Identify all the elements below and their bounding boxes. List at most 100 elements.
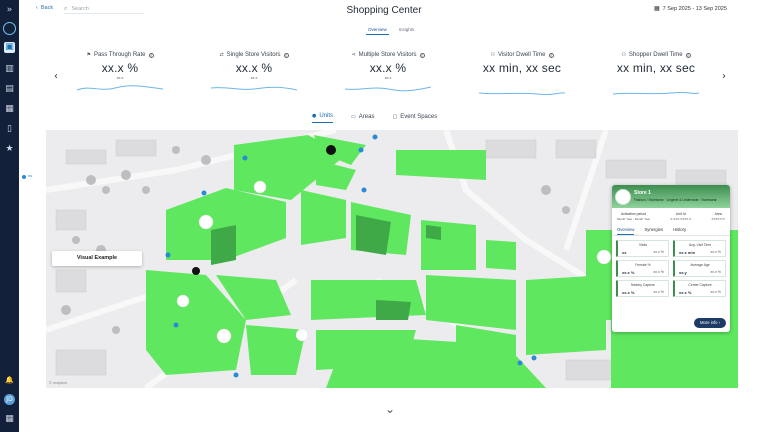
store-unit[interactable] — [486, 240, 516, 270]
side-indicator-dot[interactable] — [22, 175, 26, 179]
metric-change: xx.x % — [710, 270, 721, 274]
kpi-value: xx.x % — [235, 61, 273, 75]
walk-icon: ⚑ — [86, 52, 91, 58]
kpi-sparkline — [76, 85, 164, 91]
info-icon[interactable]: i — [419, 52, 425, 58]
calendar-icon: ▦ — [654, 5, 660, 12]
kpi-title: Visitor Dwell Time — [497, 52, 546, 58]
kpi-pass-through-rate[interactable]: ⚑ Pass Through Rate i xx.x % xx.x — [70, 52, 170, 91]
store-logo[interactable] — [295, 328, 309, 342]
pin-icon[interactable] — [517, 360, 523, 366]
tab-overview[interactable]: Overview — [366, 26, 389, 35]
store-detail-card: Store 1 Fashion / Swimwear · Lingerie & … — [612, 185, 730, 332]
metric-value: xx.x min — [679, 250, 696, 255]
visitor-icon: ⚇ — [490, 52, 495, 58]
kpi-next-arrow-icon[interactable]: › — [722, 71, 726, 82]
kpi-visitor-dwell-time[interactable]: ⚇ Visitor Dwell Time i xx min, xx sec — [472, 52, 572, 96]
pin-icon[interactable] — [165, 252, 171, 258]
view-tabs: Overview Insights — [366, 26, 416, 35]
more-info-button[interactable]: More info › — [693, 318, 726, 328]
tab-units[interactable]: ● Units — [312, 113, 334, 123]
tab-store-history[interactable]: History — [673, 227, 686, 235]
store-card-header: Store 1 Fashion / Swimwear · Lingerie & … — [612, 185, 730, 208]
kpi-sparkline — [344, 86, 432, 92]
bell-icon[interactable]: 🔔 — [4, 375, 15, 386]
store-unit-selected[interactable] — [376, 300, 411, 320]
store-unit-selected[interactable] — [356, 215, 391, 255]
layout-icon[interactable]: ▦ — [4, 104, 15, 115]
date-range-picker[interactable]: ▦ 7 Sep 2025 - 13 Sep 2025 — [654, 5, 727, 12]
tab-areas[interactable]: ▭ Areas — [351, 113, 374, 123]
kpi-subvalue: xx.x — [116, 76, 124, 80]
tab-insights[interactable]: Insights — [397, 26, 417, 35]
store-logo-icon — [615, 189, 631, 205]
pin-icon[interactable] — [372, 134, 378, 140]
store-unit[interactable] — [586, 230, 611, 320]
store-icon[interactable]: ▤ — [4, 84, 15, 95]
store-logo[interactable] — [596, 249, 612, 265]
pin-icon[interactable] — [358, 147, 364, 153]
chevron-down-icon[interactable]: ⌄ — [385, 402, 395, 416]
metric-average-age: Average Age xx.y xx.x % — [673, 260, 726, 277]
mobile-icon[interactable]: ▯ — [4, 124, 15, 135]
store-unit-selected[interactable] — [211, 225, 236, 265]
store-logo[interactable] — [326, 145, 336, 155]
metric-female: Female % xx.x % xx.x % — [616, 260, 669, 277]
store-unit[interactable] — [301, 190, 346, 245]
tab-event-spaces[interactable]: ▢ Event Spaces — [392, 113, 437, 123]
pin-icon[interactable] — [361, 187, 367, 193]
info-icon[interactable]: i — [283, 52, 289, 58]
store-meta: Activation period Month Year - Month Year… — [612, 208, 730, 221]
kpi-subvalue: xx.x — [250, 76, 258, 80]
kpi-sparkline — [210, 86, 298, 91]
meta-label: Unit Id — [675, 212, 686, 216]
kpi-title: Shopper Dwell Time — [628, 52, 683, 58]
map-attribution[interactable]: © mapbox — [49, 380, 67, 385]
logo-icon[interactable] — [3, 22, 16, 35]
store-logo[interactable] — [216, 328, 232, 344]
date-range-label: 7 Sep 2025 - 13 Sep 2025 — [662, 5, 727, 12]
info-icon[interactable]: i — [148, 52, 154, 58]
kpi-single-store-visitors[interactable]: ⇄ Single Store Visitors i xx.x % xx.x — [204, 52, 304, 91]
meta-value: XXXX FT² — [711, 217, 725, 221]
pin-icon[interactable] — [173, 322, 179, 328]
avatar[interactable]: JD — [4, 394, 15, 405]
store-logo[interactable] — [176, 294, 190, 308]
pin-icon[interactable] — [242, 155, 248, 161]
store-unit[interactable] — [396, 150, 486, 180]
kpi-multiple-store-visitors[interactable]: ⋖ Multiple Store Visitors i xx.x % xx.x — [338, 52, 438, 92]
store-logo[interactable] — [253, 180, 267, 194]
meta-unit-id: Unit Id X-XXX-XXXX-X — [670, 212, 691, 221]
pin-icon[interactable] — [531, 355, 537, 361]
star-icon[interactable]: ★ — [4, 144, 15, 155]
tab-label: Areas — [358, 113, 375, 120]
store-unit[interactable] — [426, 275, 516, 330]
meta-area: Area XXXX FT² — [711, 212, 725, 221]
store-category: Fashion / Swimwear · Lingerie & Underwea… — [634, 198, 717, 202]
kpi-value: xx min, xx sec — [616, 61, 696, 75]
kpi-title: Multiple Store Visitors — [358, 52, 417, 58]
store-logo[interactable] — [198, 214, 214, 230]
store-logo[interactable] — [192, 267, 200, 275]
kpi-title: Pass Through Rate — [93, 52, 146, 58]
store-unit-selected[interactable] — [426, 225, 441, 240]
meta-label: Area — [714, 212, 722, 216]
kpi-sparkline — [612, 91, 700, 95]
kpi-shopper-dwell-time[interactable]: ⚇ Shopper Dwell Time i xx min, xx sec — [606, 52, 706, 95]
apps-icon[interactable]: ▦ — [4, 414, 15, 425]
metric-value: xx — [622, 250, 627, 255]
info-icon[interactable]: i — [548, 52, 554, 58]
metric-change: xx.x % — [653, 290, 664, 294]
tab-store-synergies[interactable]: Synergies — [644, 227, 663, 235]
page-title: Shopping Center — [346, 5, 422, 16]
building-icon[interactable]: ▥ — [4, 64, 15, 75]
pin-icon: ● — [312, 113, 317, 119]
pin-icon[interactable] — [201, 190, 207, 196]
pin-icon[interactable] — [233, 372, 239, 378]
tab-store-overview[interactable]: Overview — [617, 227, 635, 235]
kpi-prev-arrow-icon[interactable]: ‹ — [54, 71, 58, 82]
kpi-title: Single Store Visitors — [226, 52, 281, 58]
metric-label: Visits — [638, 243, 648, 247]
venue-icon[interactable]: ▣ — [4, 42, 15, 53]
info-icon[interactable]: i — [685, 52, 691, 58]
